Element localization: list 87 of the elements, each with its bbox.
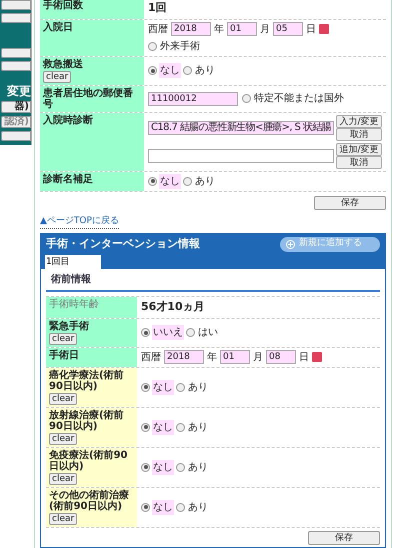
sidebar-button[interactable]	[1, 12, 31, 23]
radio-button[interactable]	[148, 176, 157, 186]
action-button[interactable]: 取消	[336, 128, 382, 140]
sidebar-button[interactable]	[1, 48, 31, 58]
radio-label: なし	[152, 420, 174, 434]
section-heading: 術前情報	[46, 272, 380, 292]
field-label: 手術時年齢	[49, 299, 99, 310]
field-label: 免疫療法(術前90日以内)	[49, 450, 128, 472]
sidebar-button[interactable]	[1, 61, 31, 72]
field-label: 放射線治療(術前90日以内)	[49, 410, 125, 432]
radio-label: なし	[159, 174, 181, 188]
field-label: その他の術前治療(術前90日以内)	[49, 490, 130, 512]
radio-button[interactable]	[148, 66, 157, 75]
save-button[interactable]: 保存	[314, 196, 386, 210]
radio-label: はい	[197, 326, 219, 340]
clear-button[interactable]: clear	[49, 332, 78, 344]
field-label: 患者居住地の郵便番号	[43, 88, 134, 110]
radio-button[interactable]	[176, 462, 185, 472]
field-label: 入院日	[43, 22, 73, 32]
clear-button[interactable]: clear	[49, 472, 78, 484]
action-button[interactable]: 追加/変更	[336, 142, 382, 156]
input-field[interactable]: 2018	[171, 22, 211, 36]
input-field[interactable]: 11100012	[148, 92, 238, 106]
save-button[interactable]: 保存	[308, 530, 380, 544]
radio-button[interactable]	[141, 328, 150, 337]
radio-label: あり	[187, 460, 209, 474]
sidebar-button[interactable]	[1, 0, 31, 10]
radio-label: なし	[159, 63, 181, 78]
radio-label: なし	[152, 380, 174, 394]
radio-button[interactable]	[183, 176, 192, 186]
input-field[interactable]: 05	[273, 22, 303, 36]
sidebar-heading: 変更	[7, 84, 31, 98]
radio-label: あり	[187, 420, 209, 434]
radio-label: なし	[152, 460, 174, 474]
sidebar-button[interactable]	[1, 131, 31, 141]
radio-button[interactable]	[176, 422, 185, 432]
page-top-link[interactable]: ▲ページTOPに戻る	[40, 214, 119, 229]
radio-button[interactable]	[141, 422, 150, 432]
radio-button[interactable]	[176, 502, 185, 512]
radio-label: いいえ	[152, 325, 184, 340]
input-field[interactable]: 01	[227, 22, 257, 36]
unit-label: 日	[299, 350, 309, 364]
radio-label: なし	[152, 500, 174, 514]
field-label: 救急搬送	[43, 58, 83, 70]
input-field[interactable]: 08	[266, 350, 296, 364]
unit-label: 月	[260, 22, 270, 36]
unit-label: 年	[214, 22, 224, 36]
sidebar-button[interactable]: 器)	[1, 101, 31, 114]
tab[interactable]: 1回目	[45, 255, 101, 269]
field-label: 入院時診断	[43, 114, 93, 126]
radio-label: 外来手術	[159, 40, 201, 54]
era-label: 西暦	[141, 350, 161, 364]
field-value: 1回	[148, 0, 168, 16]
input-field[interactable]: C18.7 結腸の悪性新生物<腫瘍>, S 状結腸	[148, 120, 334, 134]
radio-button[interactable]	[141, 502, 150, 512]
unit-label: 月	[253, 350, 263, 364]
radio-label: あり	[187, 380, 209, 394]
radio-button[interactable]	[176, 382, 185, 392]
radio-button[interactable]	[148, 42, 157, 50]
plus-icon	[286, 240, 295, 248]
field-label: 癌化学療法(術前90日以内)	[49, 370, 125, 392]
clear-button[interactable]: clear	[43, 70, 72, 82]
clear-button[interactable]: clear	[49, 392, 78, 404]
clear-button[interactable]: clear	[49, 512, 78, 524]
radio-label: あり	[187, 500, 209, 514]
radio-button[interactable]	[183, 66, 192, 75]
radio-button[interactable]	[242, 94, 251, 103]
unit-label: 年	[207, 350, 217, 364]
panel-title: 手術・インターベンション情報	[46, 236, 200, 252]
radio-label: あり	[194, 174, 216, 188]
unit-label: 日	[306, 22, 316, 36]
field-value: 56才10ヵ月	[141, 299, 206, 315]
radio-label: あり	[194, 64, 216, 78]
field-label: 診断名補足	[43, 174, 93, 184]
input-field[interactable]: 2018	[164, 350, 204, 364]
radio-button[interactable]	[141, 462, 150, 472]
clear-button[interactable]: clear	[49, 432, 78, 444]
field-label: 緊急手術	[49, 320, 89, 332]
input-field[interactable]: 01	[220, 350, 250, 364]
radio-button[interactable]	[141, 382, 150, 392]
era-label: 西暦	[148, 22, 168, 36]
input-field[interactable]	[148, 148, 334, 162]
radio-button[interactable]	[186, 328, 195, 337]
action-button[interactable]: 取消	[336, 156, 382, 168]
action-button[interactable]: 入力/変更	[336, 114, 382, 128]
radio-label: 特定不能または国外	[253, 92, 345, 106]
field-label: 手術日	[49, 350, 79, 360]
